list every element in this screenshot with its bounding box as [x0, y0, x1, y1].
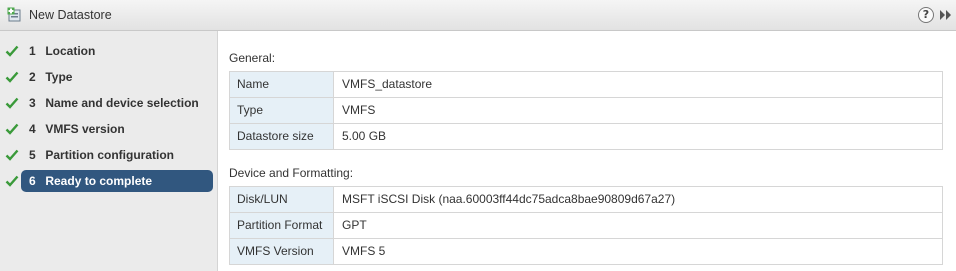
step-number: 3: [29, 96, 36, 110]
window-title: New Datastore: [29, 8, 112, 22]
property-value: VMFS_datastore: [342, 77, 433, 91]
property-value: 5.00 GB: [342, 129, 387, 143]
property-key: Datastore size: [230, 124, 334, 149]
checkmark-icon: [5, 97, 19, 109]
step-number: 1: [29, 44, 36, 58]
step-label-box: 2 Type: [21, 66, 213, 88]
property-key: Type: [230, 98, 334, 123]
step-label-box: 6 Ready to complete: [21, 170, 213, 192]
step-label: Ready to complete: [45, 174, 153, 188]
general-heading: General:: [229, 51, 276, 65]
step-number: 4: [29, 122, 36, 136]
property-row-name: Name VMFS_datastore: [230, 72, 942, 98]
property-value: VMFS 5: [342, 244, 386, 258]
checkmark-icon: [5, 45, 19, 57]
checkmark-icon: [5, 149, 19, 161]
step-label-box: 3 Name and device selection: [21, 92, 213, 114]
step-vmfs-version[interactable]: 4 VMFS version: [0, 118, 218, 140]
step-partition-configuration[interactable]: 5 Partition configuration: [0, 144, 218, 166]
checkmark-icon: [5, 123, 19, 135]
property-value: VMFS: [342, 103, 376, 117]
property-row-vmfs-version: VMFS Version VMFS 5: [230, 239, 942, 265]
property-key: VMFS Version: [230, 239, 334, 264]
step-name-and-device-selection[interactable]: 3 Name and device selection: [0, 92, 218, 114]
step-number: 6: [29, 174, 36, 188]
step-label-box: 5 Partition configuration: [21, 144, 213, 166]
device-properties-grid: Disk/LUN MSFT iSCSI Disk (naa.60003ff44d…: [229, 186, 943, 265]
checkmark-icon: [5, 175, 19, 187]
step-label-box: 4 VMFS version: [21, 118, 213, 140]
step-ready-to-complete[interactable]: 6 Ready to complete: [0, 170, 218, 192]
summary-panel: General: Name VMFS_datastore Type VMFS D…: [219, 31, 956, 271]
property-value: GPT: [342, 218, 367, 232]
property-row-datastore-size: Datastore size 5.00 GB: [230, 124, 942, 150]
step-label-box: 1 Location: [21, 40, 213, 62]
property-key: Disk/LUN: [230, 187, 334, 212]
step-label: Partition configuration: [45, 148, 175, 162]
step-number: 2: [29, 70, 36, 84]
help-icon[interactable]: ?: [918, 7, 934, 23]
property-key: Partition Format: [230, 213, 334, 238]
title-bar: New Datastore ?: [0, 0, 956, 31]
general-properties-grid: Name VMFS_datastore Type VMFS Datastore …: [229, 71, 943, 150]
new-datastore-icon: [7, 7, 21, 22]
property-key: Name: [230, 72, 334, 97]
property-row-type: Type VMFS: [230, 98, 942, 124]
property-row-partition-format: Partition Format GPT: [230, 213, 942, 239]
checkmark-icon: [5, 71, 19, 83]
wizard-steps-sidebar: 1 Location 2 Type 3 Name and device sele…: [0, 31, 218, 271]
step-label: VMFS version: [45, 122, 125, 136]
step-type[interactable]: 2 Type: [0, 66, 218, 88]
property-row-disk-lun: Disk/LUN MSFT iSCSI Disk (naa.60003ff44d…: [230, 187, 942, 213]
expand-panel-icon[interactable]: [939, 9, 953, 21]
device-and-formatting-heading: Device and Formatting:: [229, 166, 354, 180]
step-label: Location: [45, 44, 96, 58]
step-location[interactable]: 1 Location: [0, 40, 218, 62]
property-value: MSFT iSCSI Disk (naa.60003ff44dc75adca8b…: [342, 192, 676, 206]
step-number: 5: [29, 148, 36, 162]
step-label: Type: [45, 70, 73, 84]
step-label: Name and device selection: [45, 96, 199, 110]
